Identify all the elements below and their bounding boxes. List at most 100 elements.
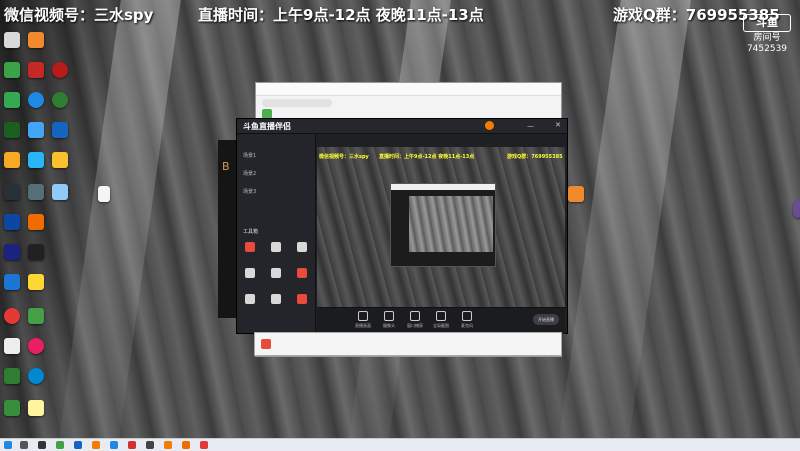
tool-icon[interactable] [297, 242, 307, 252]
desktop-icon[interactable] [52, 122, 68, 138]
taskbar-app-icon[interactable] [164, 441, 172, 449]
control-label: 直播画面 [355, 323, 371, 328]
desktop-icon[interactable] [28, 62, 44, 78]
browser-titlebar[interactable] [256, 83, 561, 96]
control-live-screen[interactable]: 直播画面 [351, 311, 375, 329]
control-camera[interactable]: 摄像头 [377, 311, 401, 329]
desktop-icon[interactable] [28, 308, 44, 324]
close-icon[interactable]: ✕ [555, 121, 561, 129]
control-label: 麦克风 [461, 323, 473, 328]
scene-item[interactable]: 场景1 [243, 152, 256, 159]
desktop-icon[interactable] [4, 152, 20, 168]
edge-handle[interactable] [793, 200, 800, 218]
preview-overlay-wechat: 微信视频号：三水spy [319, 154, 369, 160]
rock-ridge [59, 0, 181, 438]
douyu-watermark: 斗鱼 房间号 7452539 [742, 14, 792, 58]
tool-icon[interactable] [297, 268, 307, 278]
tools-title: 工具箱 [243, 229, 259, 235]
desktop-icon[interactable] [4, 184, 20, 200]
control-screenshot[interactable]: 全局截图 [429, 311, 453, 329]
control-label: 摄像头 [383, 323, 395, 328]
desktop-icon[interactable] [28, 214, 44, 230]
desktop-icon[interactable] [28, 122, 44, 138]
avatar[interactable] [485, 121, 494, 130]
desktop-icon[interactable] [4, 62, 20, 78]
app-brand: 斗鱼直播伴侣 [243, 122, 291, 131]
tool-icon[interactable] [245, 268, 255, 278]
desktop-icon[interactable] [4, 274, 20, 290]
desktop-icon[interactable] [28, 32, 44, 48]
live-preview[interactable]: 微信视频号：三水spy 直播时间：上午9点-12点 夜晚11点-13点 游戏Q群… [317, 147, 565, 307]
taskbar-app-icon[interactable] [110, 441, 118, 449]
desktop-icon[interactable] [4, 214, 20, 230]
desktop-icon[interactable] [4, 92, 20, 108]
app-topbar[interactable]: 斗鱼直播伴侣 — ✕ [237, 119, 567, 134]
desktop-icon[interactable] [28, 368, 44, 384]
screenshot-icon [436, 311, 446, 321]
douyu-streaming-app[interactable]: 斗鱼直播伴侣 — ✕ 场景1 场景2 场景3 工具箱 微信视频号：三水spy 直… [236, 118, 568, 334]
desktop-icon[interactable] [28, 92, 44, 108]
scene-sidebar[interactable]: 场景1 场景2 场景3 工具箱 [237, 134, 316, 333]
desktop-icon[interactable] [4, 400, 20, 416]
desktop-icon[interactable] [52, 184, 68, 200]
tool-icon[interactable] [271, 268, 281, 278]
taskbar-app-icon[interactable] [92, 441, 100, 449]
file-icon[interactable] [98, 186, 110, 202]
control-label: 窗口捕获 [407, 323, 423, 328]
preview-overlay-qq: 游戏Q群：769955385 [507, 154, 563, 160]
scene-item[interactable]: 场景3 [243, 188, 256, 195]
windows-start-icon[interactable] [4, 441, 12, 449]
desktop-icon[interactable] [28, 244, 44, 260]
taskbar[interactable] [0, 438, 800, 451]
control-window-capture[interactable]: 窗口捕获 [403, 311, 427, 329]
desktop-icon[interactable] [4, 368, 20, 384]
screen-icon [358, 311, 368, 321]
tool-icon[interactable] [245, 294, 255, 304]
desktop-icon[interactable] [52, 62, 68, 78]
room-label: 房间号 [753, 33, 781, 43]
tool-icon[interactable] [271, 242, 281, 252]
desktop-icon[interactable] [52, 152, 68, 168]
desktop-icon[interactable] [568, 186, 584, 202]
start-live-button[interactable]: 开始直播 [533, 314, 559, 325]
desktop-icon[interactable] [4, 244, 20, 260]
taskbar-app-icon[interactable] [200, 441, 208, 449]
desktop-icon[interactable] [4, 338, 20, 354]
window-icon [410, 311, 420, 321]
notification-icon [261, 339, 271, 349]
taskbar-app-icon[interactable] [20, 441, 28, 449]
nested-titlebar [391, 184, 495, 190]
desktop-icon[interactable] [4, 32, 20, 48]
scene-item[interactable]: 场景2 [243, 170, 256, 177]
taskbar-app-icon[interactable] [56, 441, 64, 449]
minimize-icon[interactable]: — [527, 122, 534, 130]
tool-icon[interactable] [245, 242, 255, 252]
desktop-icon[interactable] [4, 122, 20, 138]
taskbar-app-icon[interactable] [182, 441, 190, 449]
notification-panel[interactable] [254, 332, 562, 356]
taskbar-app-icon[interactable] [128, 441, 136, 449]
desktop-icon[interactable] [52, 92, 68, 108]
control-microphone[interactable]: 麦克风 [455, 311, 479, 329]
douyu-logo: 斗鱼 [743, 14, 791, 32]
background-window-strip: B [218, 140, 236, 318]
control-bar[interactable]: 直播画面 摄像头 窗口捕获 全局截图 麦克风 开始直播 [317, 307, 565, 334]
nested-preview [409, 196, 493, 252]
address-bar[interactable] [262, 99, 332, 107]
desktop-icon[interactable] [28, 338, 44, 354]
strip-letter: B [222, 160, 230, 173]
rock-ridge [559, 0, 691, 438]
microphone-icon [462, 311, 472, 321]
desktop-icon[interactable] [4, 308, 20, 324]
tool-icon[interactable] [297, 294, 307, 304]
desktop-icon[interactable] [28, 274, 44, 290]
taskbar-app-icon[interactable] [146, 441, 154, 449]
taskbar-app-icon[interactable] [38, 441, 46, 449]
desktop-icon[interactable] [28, 184, 44, 200]
control-label: 全局截图 [433, 323, 449, 328]
tool-icon[interactable] [271, 294, 281, 304]
nested-preview-window [390, 183, 496, 267]
desktop-icon[interactable] [28, 400, 44, 416]
desktop-icon[interactable] [28, 152, 44, 168]
taskbar-app-icon[interactable] [74, 441, 82, 449]
